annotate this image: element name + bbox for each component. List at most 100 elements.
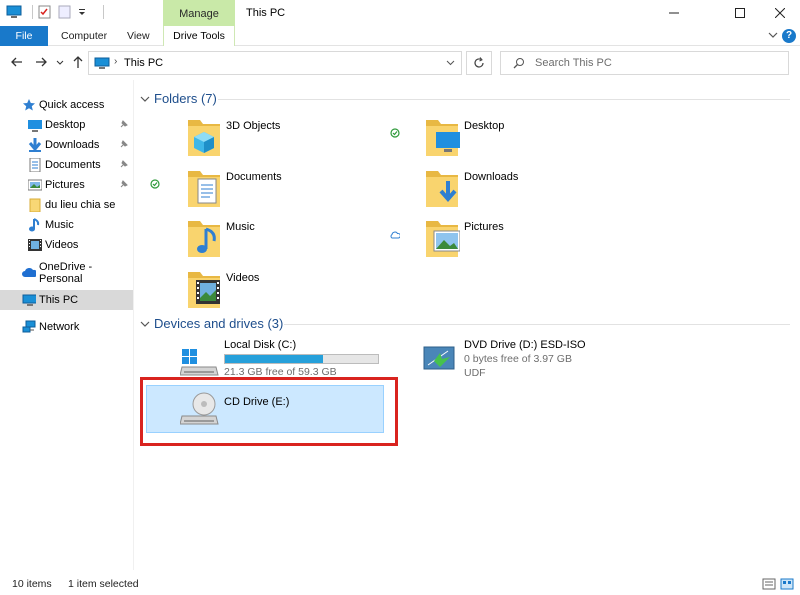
this-pc-icon [94,57,110,69]
folder-documents[interactable]: Documents [186,167,416,213]
3d-objects-icon [188,120,220,156]
tab-file[interactable]: File [0,26,48,46]
window-title: This PC [246,7,286,19]
breadcrumb-chevron-icon[interactable]: › [114,56,117,67]
folder-desktop[interactable]: Desktop [424,116,654,162]
tab-drive-tools[interactable]: Drive Tools [163,26,235,46]
navigation-pane: Quick access Desktop Downloads Documents… [0,80,133,570]
group-divider [284,324,790,325]
expand-ribbon-icon[interactable] [768,30,778,40]
annotation-highlight-box [140,377,398,446]
properties-icon[interactable] [37,5,53,19]
dvd-drive-icon [423,346,455,370]
nav-label: Downloads [45,139,100,151]
synced-check-icon [150,179,160,189]
this-pc-icon [22,294,36,306]
nav-item-pictures[interactable]: Pictures [0,175,133,195]
folder-label: Desktop [464,120,505,132]
nav-network[interactable]: Network [0,317,133,337]
up-button[interactable] [70,55,86,71]
status-bar: 10 items 1 item selected [0,574,800,595]
large-icons-view-icon[interactable] [780,577,794,591]
minimize-button[interactable] [656,0,692,26]
refresh-button[interactable] [466,51,492,75]
nav-item-du-lieu-chia-se[interactable]: du lieu chia se [0,195,133,215]
nav-label: OneDrive - Personal [39,261,93,285]
nav-label: Music [45,219,74,231]
folder-icon [29,198,41,212]
breadcrumb[interactable]: This PC [124,57,163,69]
nav-item-desktop[interactable]: Desktop [0,115,133,135]
address-bar[interactable]: › This PC [88,51,462,75]
pin-icon[interactable] [119,120,128,129]
nav-quick-access[interactable]: Quick access [0,95,133,115]
nav-item-music[interactable]: Music [0,215,133,235]
details-view-icon[interactable] [762,577,776,591]
onedrive-cloud-icon [22,268,36,277]
music-icon [188,221,220,257]
tab-computer[interactable]: Computer [61,26,107,46]
help-icon[interactable]: ? [782,29,796,43]
drive-local-disk-c[interactable]: Local Disk (C:) 21.3 GB free of 59.3 GB [180,339,390,379]
minimize-icon [669,12,679,14]
folder-music[interactable]: Music [186,217,416,263]
nav-item-videos[interactable]: Videos [0,235,133,255]
maximize-icon [735,8,745,18]
folders-group-header[interactable]: Folders (7) [154,91,217,106]
pane-divider[interactable] [133,80,134,570]
close-button[interactable] [762,0,798,26]
close-icon [775,8,785,18]
nav-label: Pictures [45,179,85,191]
manage-contextual-tab[interactable]: Manage [163,0,235,26]
pin-icon[interactable] [119,140,128,149]
nav-this-pc[interactable]: This PC [0,290,133,310]
folder-3d-objects[interactable]: 3D Objects [186,116,416,162]
nav-onedrive[interactable]: OneDrive - Personal [0,261,133,285]
group-divider [218,99,790,100]
pin-icon[interactable] [119,160,128,169]
nav-item-downloads[interactable]: Downloads [0,135,133,155]
customize-qat-icon[interactable] [77,5,93,19]
pictures-icon [426,221,460,257]
nav-label: Documents [45,159,101,171]
refresh-icon [474,57,484,68]
folder-label: Downloads [464,171,519,183]
folder-downloads[interactable]: Downloads [424,167,654,213]
forward-button[interactable] [33,55,49,71]
pin-icon[interactable] [119,180,128,189]
drive-filesystem: UDF [464,367,486,379]
back-button[interactable] [9,55,25,71]
quick-access-toolbar [6,5,104,19]
tab-view[interactable]: View [127,26,150,46]
this-pc-icon[interactable] [6,5,22,19]
folder-label: Pictures [464,221,504,233]
recent-locations-button[interactable] [55,55,65,71]
search-input[interactable]: Search This PC [535,57,612,69]
windows-drive-icon [180,349,219,376]
separator [103,5,104,19]
new-folder-icon[interactable] [57,5,73,19]
drive-dvd-d[interactable]: DVD Drive (D:) ESD-ISO 0 bytes free of 3… [420,339,630,381]
folder-pictures[interactable]: Pictures [424,217,654,263]
nav-item-documents[interactable]: Documents [0,155,133,175]
address-dropdown-icon[interactable] [446,58,455,69]
drives-group-header[interactable]: Devices and drives (3) [154,316,283,331]
videos-icon [188,272,220,308]
star-icon [23,99,35,111]
ribbon-tab-bar: File Computer View Drive Tools ? [0,26,800,46]
forward-arrow-icon [36,57,47,67]
music-icon [29,218,40,232]
search-box[interactable]: Search This PC [500,51,789,75]
separator [32,5,33,19]
collapse-folders-icon[interactable] [140,94,150,104]
drive-usage-bar [224,354,379,364]
drive-name: Local Disk (C:) [224,339,297,351]
collapse-drives-icon[interactable] [140,319,150,329]
cloud-status-icon [390,231,400,239]
folder-videos[interactable]: Videos [186,268,416,314]
maximize-button[interactable] [722,0,758,26]
chevron-down-icon [56,60,64,65]
folder-label: Music [226,221,255,233]
network-icon [22,320,36,333]
nav-label: Videos [45,239,79,251]
